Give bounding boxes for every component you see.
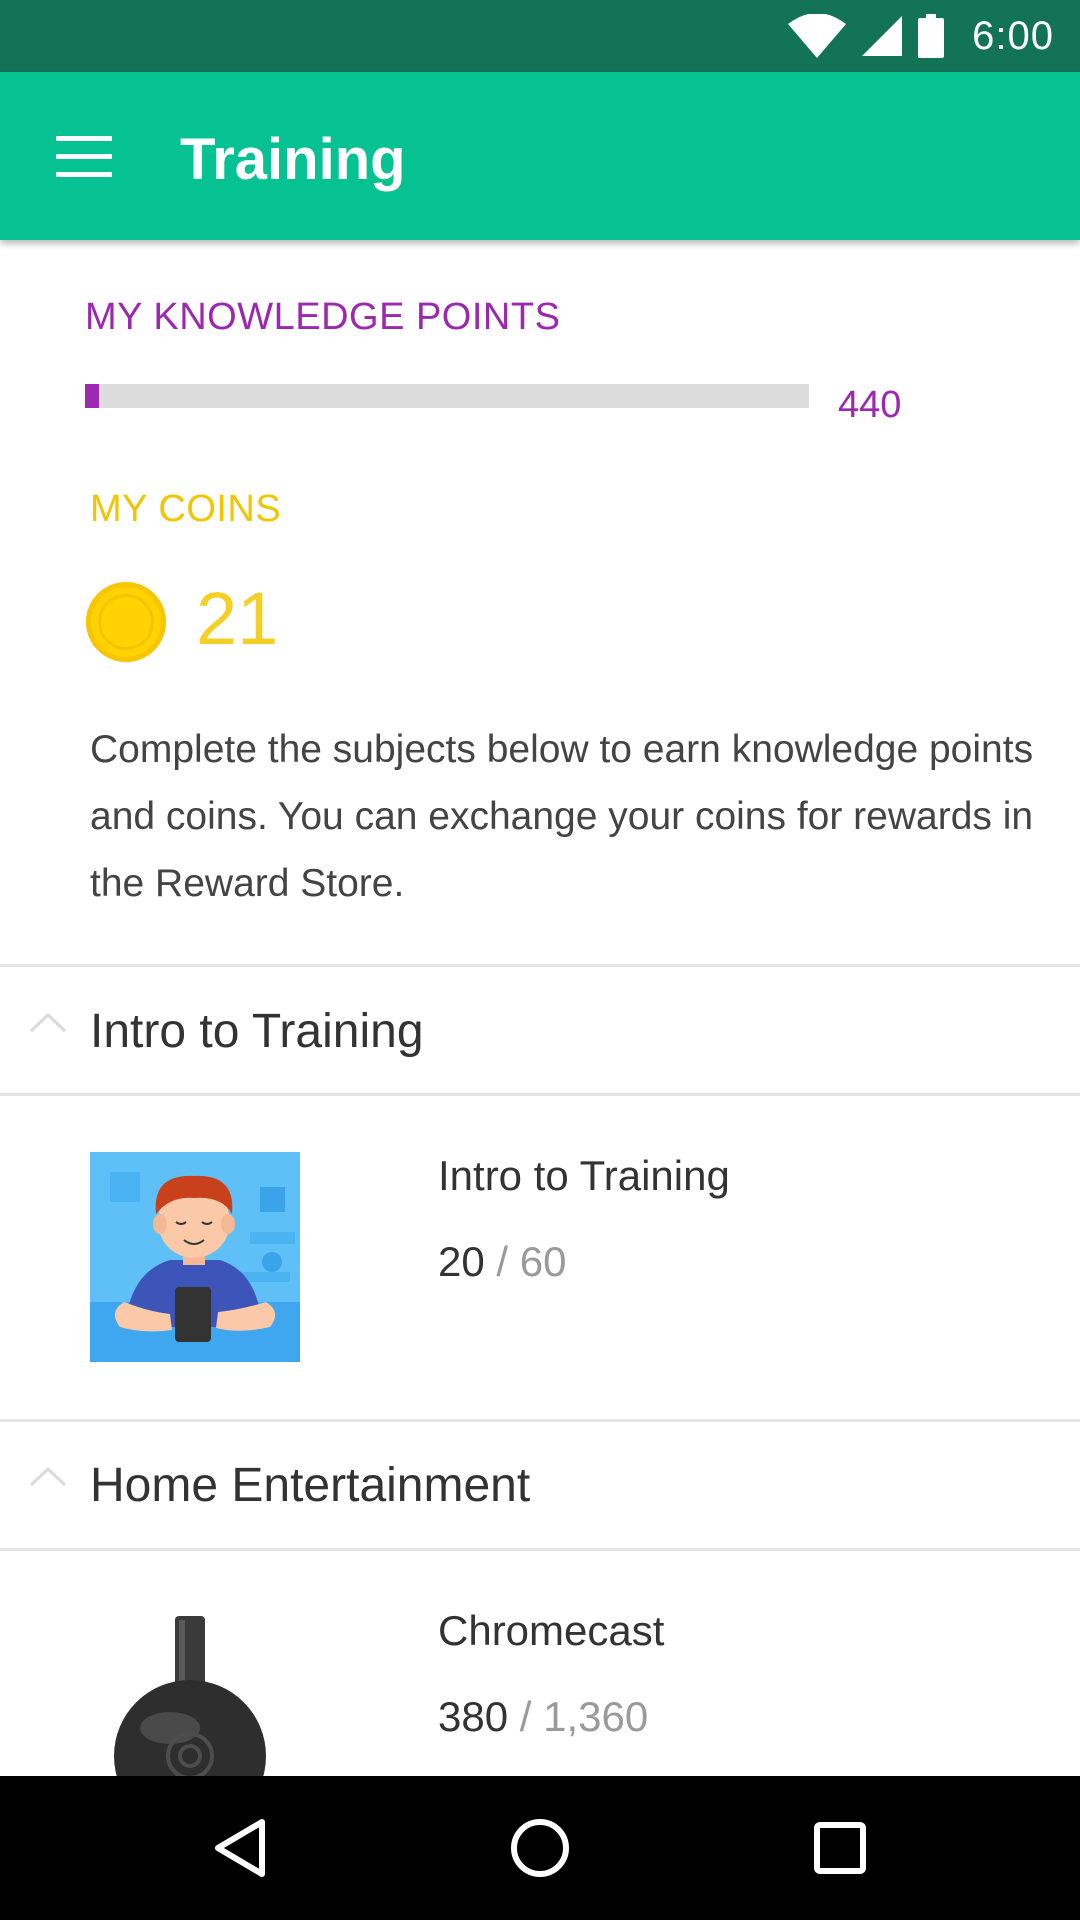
status-bar: 6:00 (0, 0, 1080, 72)
person-with-phone-illustration (90, 1152, 300, 1362)
course-item-intro-to-training[interactable]: Intro to Training 20 / 60 (0, 1096, 1080, 1416)
course-item-chromecast[interactable]: Chromecast 380 / 1,360 (0, 1551, 1080, 1776)
app-bar: Training (0, 72, 1080, 240)
course-name: Chromecast (438, 1607, 665, 1654)
coins-value: 21 (196, 577, 279, 660)
navigation-bar (0, 1776, 1080, 1920)
course-progress: 380 / 1,360 (438, 1693, 648, 1741)
chevron-up-icon (29, 1012, 67, 1033)
divider (0, 964, 1080, 967)
knowledge-points-progress-bar (85, 384, 809, 408)
course-progress-separator: / (496, 1238, 509, 1285)
section-title: Home Entertainment (90, 1459, 531, 1512)
coins-label: MY COINS (90, 488, 282, 530)
knowledge-points-label: MY KNOWLEDGE POINTS (85, 296, 561, 338)
back-icon[interactable] (200, 1808, 280, 1888)
course-progress-separator: / (519, 1693, 532, 1740)
course-progress-completed: 20 (438, 1238, 485, 1285)
section-header-intro-to-training[interactable]: Intro to Training (0, 968, 1080, 1096)
signal-icon (862, 16, 903, 56)
status-time: 6:00 (972, 13, 1054, 58)
section-title: Intro to Training (90, 1005, 424, 1058)
battery-icon (918, 14, 945, 58)
knowledge-points-progress-fill (85, 384, 100, 408)
page-title: Training (180, 127, 406, 192)
wifi-icon (788, 14, 847, 58)
course-progress-total: 60 (519, 1238, 567, 1285)
section-header-home-entertainment[interactable]: Home Entertainment (0, 1422, 1080, 1550)
knowledge-points-value: 440 (838, 384, 902, 426)
chevron-up-icon (29, 1466, 67, 1487)
course-progress: 20 / 60 (438, 1238, 566, 1286)
hamburger-menu-icon[interactable] (40, 118, 128, 194)
chromecast-device-image (114, 1616, 266, 1776)
status-icons: 6:00 (788, 0, 1054, 72)
course-name: Intro to Training (438, 1152, 730, 1199)
home-icon[interactable] (500, 1808, 580, 1888)
coin-icon (86, 582, 166, 662)
course-progress-total: 1,360 (543, 1693, 649, 1740)
course-progress-completed: 380 (438, 1693, 509, 1740)
recents-icon[interactable] (800, 1808, 880, 1888)
description-text: Complete the subjects below to earn know… (90, 728, 1034, 905)
